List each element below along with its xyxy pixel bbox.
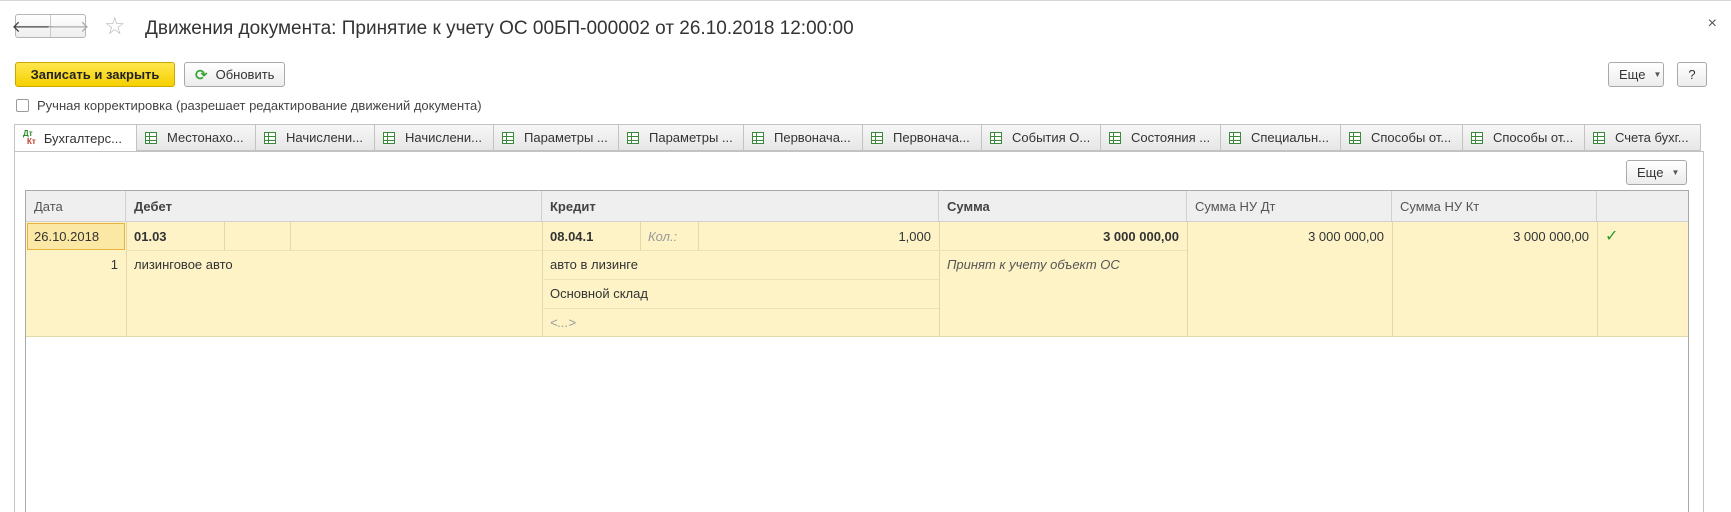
tab-accounts[interactable]: Счета бухг... <box>1584 124 1701 151</box>
grid-more-button[interactable]: Еще ▼ <box>1626 160 1687 185</box>
tab-label: Способы от... <box>1371 130 1452 145</box>
favorite-star-icon[interactable]: ☆ <box>104 13 126 41</box>
column-header-active <box>1597 191 1688 221</box>
tab-label: Бухгалтерс... <box>43 130 122 146</box>
tab-events[interactable]: События О... <box>981 124 1101 151</box>
cell-sum-nu-dt[interactable]: 3 000 000,00 <box>1187 222 1392 250</box>
tab-methods-2[interactable]: Способы от... <box>1462 124 1585 151</box>
cell-sum[interactable]: 3 000 000,00 <box>939 222 1187 250</box>
cell-debit-subconto-1[interactable]: лизинговое авто <box>126 250 542 278</box>
back-button[interactable]: 🡐 <box>12 15 55 37</box>
close-icon[interactable]: × <box>1708 15 1717 33</box>
table-icon <box>502 131 514 144</box>
table-row[interactable]: 26.10.2018 1 01.03 лизинговое авто 08.04… <box>26 222 1688 337</box>
tab-label: Способы от... <box>1493 130 1574 145</box>
tab-accrual-2[interactable]: Начислени... <box>374 124 494 151</box>
tab-location[interactable]: Местонахо... <box>136 124 256 151</box>
table-icon <box>383 131 395 144</box>
manual-edit-checkbox[interactable] <box>16 99 29 112</box>
table-icon <box>990 131 1002 144</box>
table-icon <box>145 131 157 144</box>
tab-label: События О... <box>1012 130 1091 145</box>
table-icon <box>752 131 764 144</box>
table-icon <box>264 131 276 144</box>
column-header-debit[interactable]: Дебет <box>126 191 542 221</box>
tab-initial-1[interactable]: Первонача... <box>743 124 863 151</box>
cell-credit-account[interactable]: 08.04.1 <box>542 222 640 250</box>
tab-accounting[interactable]: Дт Кт Бухгалтерс... <box>14 124 137 152</box>
caret-down-icon: ▼ <box>1653 70 1662 79</box>
manual-edit-row: Ручная корректировка (разрешает редактир… <box>16 98 482 113</box>
table-icon <box>1593 131 1605 144</box>
cell-active: ✓ <box>1597 222 1688 250</box>
tab-label: Состояния ... <box>1131 130 1211 145</box>
tab-label: Счета бухг... <box>1615 130 1689 145</box>
check-icon: ✓ <box>1605 228 1619 245</box>
tab-label: Начислени... <box>286 130 363 145</box>
table-icon <box>1471 131 1483 144</box>
refresh-icon: ⟳ <box>195 66 208 84</box>
cell-debit-account[interactable]: 01.03 <box>126 222 224 250</box>
tab-methods-1[interactable]: Способы от... <box>1340 124 1463 151</box>
column-header-credit[interactable]: Кредит <box>542 191 939 221</box>
column-header-sum[interactable]: Сумма <box>939 191 1187 221</box>
save-and-close-button[interactable]: Записать и закрыть <box>15 62 175 87</box>
manual-edit-label[interactable]: Ручная корректировка (разрешает редактир… <box>37 98 482 113</box>
refresh-button[interactable]: ⟳ Обновить <box>184 62 285 87</box>
table-icon <box>1229 131 1241 144</box>
help-button[interactable]: ? <box>1677 62 1707 87</box>
column-header-sum-nu-dt[interactable]: Сумма НУ Дт <box>1187 191 1392 221</box>
cell-date[interactable]: 26.10.2018 <box>26 222 126 250</box>
register-tabs: Дт Кт Бухгалтерс... Местонахо... Начислен… <box>14 124 1704 152</box>
table-icon <box>1109 131 1121 144</box>
more-button[interactable]: Еще ▼ <box>1608 62 1664 87</box>
movements-window: 🡐 🡒 ☆ Движения документа: Принятие к уче… <box>0 0 1731 512</box>
movements-table: Дата Дебет Кредит Сумма Сумма НУ Дт Сумм… <box>25 190 1689 512</box>
tab-label: Первонача... <box>893 130 970 145</box>
tab-accrual-1[interactable]: Начислени... <box>255 124 375 151</box>
table-icon <box>1349 131 1361 144</box>
tab-parameters-1[interactable]: Параметры ... <box>493 124 619 151</box>
column-header-sum-nu-kt[interactable]: Сумма НУ Кт <box>1392 191 1597 221</box>
tab-label: Первонача... <box>774 130 851 145</box>
save-and-close-label: Записать и закрыть <box>30 67 160 82</box>
tab-special[interactable]: Специальн... <box>1220 124 1341 151</box>
table-header: Дата Дебет Кредит Сумма Сумма НУ Дт Сумм… <box>26 191 1688 222</box>
more-label: Еще <box>1619 67 1646 82</box>
tab-label: Специальн... <box>1251 130 1329 145</box>
grid-more-label: Еще <box>1637 165 1664 180</box>
quantity-label: Кол.: <box>648 228 678 244</box>
cell-content[interactable]: Принят к учету объект ОС <box>939 250 1187 278</box>
table-icon <box>627 131 639 144</box>
tab-label: Местонахо... <box>167 130 244 145</box>
column-header-date[interactable]: Дата <box>26 191 126 221</box>
caret-down-icon: ▼ <box>1671 168 1680 177</box>
tab-parameters-2[interactable]: Параметры ... <box>618 124 744 151</box>
tab-initial-2[interactable]: Первонача... <box>862 124 982 151</box>
table-icon <box>871 131 883 144</box>
help-label: ? <box>1688 67 1696 82</box>
page-title: Движения документа: Принятие к учету ОС … <box>145 18 854 39</box>
cell-line-number: 1 <box>110 256 118 272</box>
tab-label: Параметры ... <box>649 130 733 145</box>
cell-credit-subconto-2[interactable]: Основной склад <box>542 279 939 307</box>
title-bar: 🡐 🡒 ☆ Движения документа: Принятие к уче… <box>0 1 1731 55</box>
cell-credit-subconto-3[interactable]: <...> <box>542 308 939 336</box>
tab-label: Начислени... <box>405 130 482 145</box>
tab-label: Параметры ... <box>524 130 608 145</box>
refresh-label: Обновить <box>215 67 275 82</box>
arrow-right-icon: 🡒 <box>46 18 90 36</box>
forward-button[interactable]: 🡒 <box>47 15 89 37</box>
dt-kt-icon: Дт Кт <box>23 129 36 146</box>
cell-credit-quantity[interactable]: 1,000 <box>698 222 939 250</box>
cell-credit-subconto-1[interactable]: авто в лизинге <box>542 250 939 278</box>
tab-states[interactable]: Состояния ... <box>1100 124 1221 151</box>
cell-sum-nu-kt[interactable]: 3 000 000,00 <box>1392 222 1597 250</box>
navigation-group: 🡐 🡒 <box>12 14 89 38</box>
